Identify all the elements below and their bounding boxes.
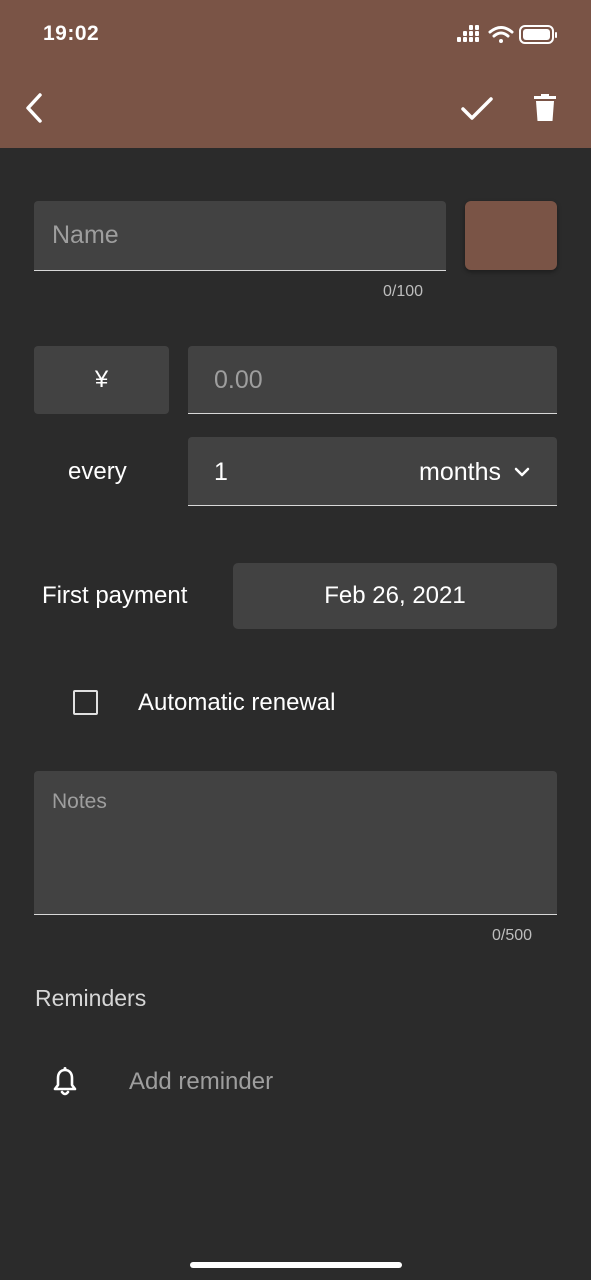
home-indicator (190, 1262, 402, 1268)
interval-count: 1 (214, 458, 228, 486)
automatic-renewal-label: Automatic renewal (138, 689, 336, 716)
add-reminder-button[interactable]: Add reminder (34, 1050, 557, 1114)
every-label: every (68, 458, 127, 485)
delete-button[interactable] (526, 88, 564, 128)
signal-icon (457, 25, 479, 42)
check-icon (461, 97, 493, 120)
name-counter: 0/100 (383, 283, 424, 300)
currency-symbol: ¥ (94, 366, 109, 393)
name-placeholder: Name (52, 221, 119, 249)
battery-icon (519, 25, 557, 44)
interval-field[interactable]: 1 months (188, 437, 557, 506)
add-reminder-label: Add reminder (129, 1068, 274, 1095)
notes-placeholder: Notes (52, 790, 107, 813)
back-button[interactable] (16, 88, 52, 128)
chevron-down-icon (514, 467, 530, 477)
first-payment-date-button[interactable]: Feb 26, 2021 (233, 563, 557, 629)
interval-unit: months (419, 458, 501, 486)
notes-field[interactable]: Notes (34, 771, 557, 915)
status-icons (457, 24, 567, 46)
currency-button[interactable]: ¥ (34, 346, 169, 414)
chevron-left-icon (26, 93, 42, 123)
color-swatch-button[interactable] (465, 201, 557, 270)
first-payment-label: First payment (42, 582, 188, 609)
wifi-icon (488, 26, 514, 43)
bell-icon (53, 1067, 77, 1096)
status-time: 19:02 (43, 22, 100, 45)
amount-field[interactable]: 0.00 (188, 346, 557, 414)
app-header: 19:02 (0, 0, 591, 148)
notes-counter: 0/500 (492, 927, 533, 944)
reminders-title: Reminders (35, 985, 147, 1011)
amount-placeholder: 0.00 (214, 366, 263, 394)
name-field[interactable]: Name (34, 201, 446, 271)
first-payment-date: Feb 26, 2021 (324, 582, 466, 609)
save-button[interactable] (456, 90, 498, 128)
automatic-renewal-checkbox[interactable] (73, 690, 98, 715)
trash-icon (534, 94, 556, 121)
